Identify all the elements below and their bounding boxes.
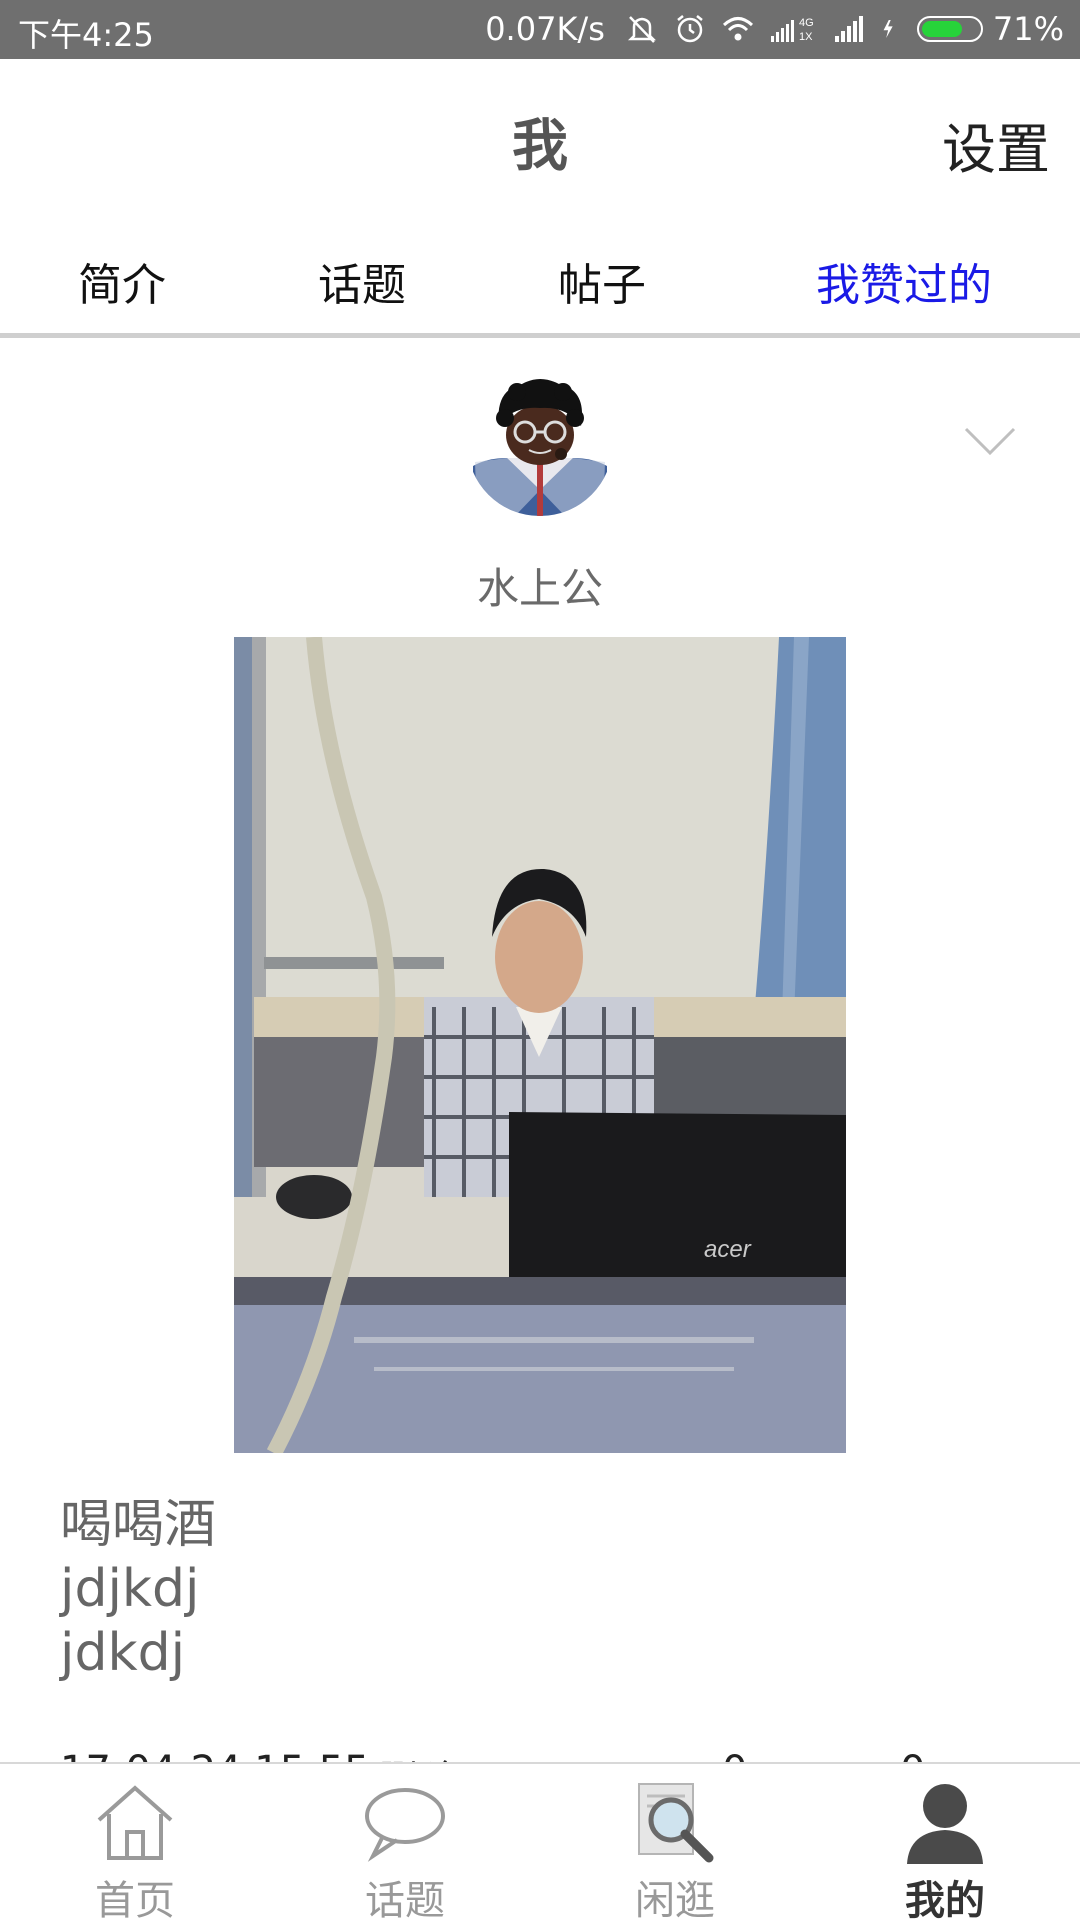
home-icon xyxy=(97,1785,173,1860)
magnifier-icon xyxy=(638,1783,714,1863)
speech-bubble-icon xyxy=(365,1788,445,1862)
chevron-down-icon[interactable] xyxy=(962,425,1018,459)
signal-4g-icon: 4G 1X xyxy=(770,17,814,43)
tab-topics[interactable]: 话题 xyxy=(318,249,406,313)
tab-liked[interactable]: 我赞过的 xyxy=(816,249,992,313)
mute-icon xyxy=(627,16,656,43)
person-icon xyxy=(907,1784,983,1864)
profile-tabs: 简介 话题 帖子 我赞过的 xyxy=(0,219,1080,331)
post-photo[interactable]: acer xyxy=(234,637,846,1453)
nav-browse[interactable]: 闲逛 xyxy=(540,1764,810,1924)
svg-text:1X: 1X xyxy=(799,31,813,43)
battery-icon: 71% xyxy=(916,10,1064,48)
header: 我 设置 xyxy=(0,59,1080,219)
post-username[interactable]: 水上公 xyxy=(0,555,1080,616)
tab-posts[interactable]: 帖子 xyxy=(558,249,646,313)
tab-intro[interactable]: 简介 xyxy=(78,249,166,313)
page-title: 我 xyxy=(512,114,568,179)
charging-icon xyxy=(883,19,893,39)
network-speed: 0.07K/s xyxy=(485,10,605,48)
nav-home[interactable]: 首页 xyxy=(0,1764,270,1924)
svg-text:acer: acer xyxy=(704,1236,752,1263)
nav-topics[interactable]: 话题 xyxy=(270,1764,540,1924)
settings-button[interactable]: 设置 xyxy=(942,105,1050,184)
status-icons: 0.07K/s 4G 1X 71% xyxy=(485,10,1064,48)
post-text: 喝喝酒 jdjkdj jdkdj xyxy=(60,1493,216,1685)
post-text-line: jdkdj xyxy=(60,1623,186,1683)
post-text-line: 喝喝酒 xyxy=(60,1495,217,1555)
nav-topics-label: 话题 xyxy=(365,1878,445,1924)
bottom-nav: 首页 话题 闲逛 我的 xyxy=(0,1762,1080,1924)
tab-divider xyxy=(0,333,1080,338)
avatar[interactable] xyxy=(467,370,613,516)
svg-text:4G: 4G xyxy=(799,17,814,29)
nav-mine-label: 我的 xyxy=(905,1878,985,1924)
alarm-icon xyxy=(677,15,703,43)
signal-icon xyxy=(834,16,863,42)
nav-browse-label: 闲逛 xyxy=(635,1878,715,1924)
status-bar: 下午4:25 0.07K/s 4G 1X 71% xyxy=(0,0,1080,59)
post-text-line: jdjkdj xyxy=(60,1559,200,1619)
status-time: 下午4:25 xyxy=(18,16,154,54)
nav-home-label: 首页 xyxy=(95,1878,175,1924)
battery-percent: 71% xyxy=(992,10,1064,48)
wifi-icon xyxy=(722,17,753,41)
nav-mine[interactable]: 我的 xyxy=(810,1764,1080,1924)
